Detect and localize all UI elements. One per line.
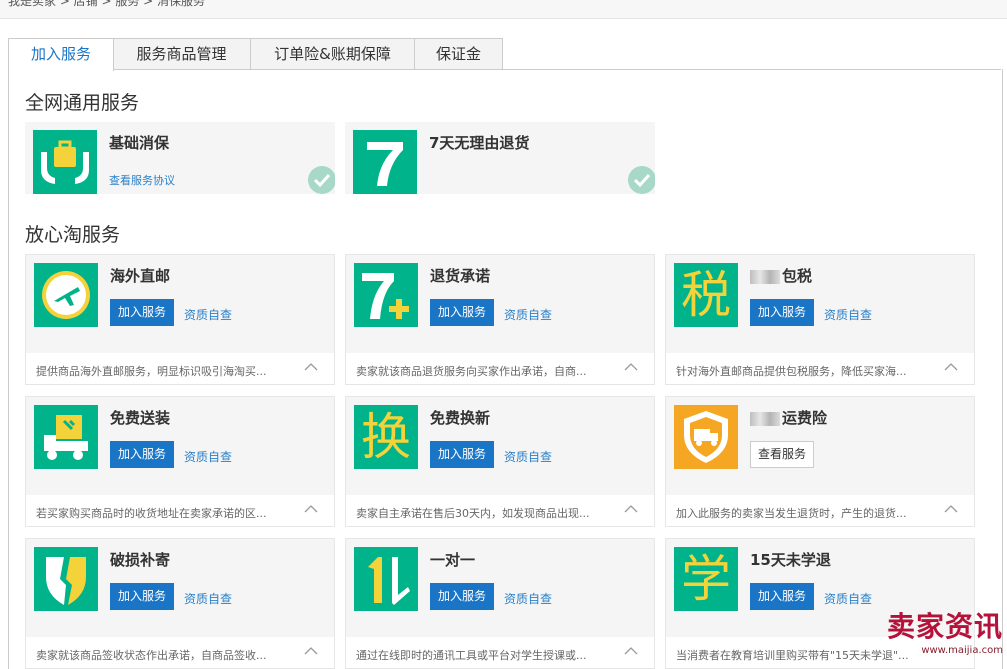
checked-icon <box>307 164 335 194</box>
chevron-up-icon[interactable] <box>622 358 640 376</box>
join-service-button[interactable]: 加入服务 <box>110 441 174 468</box>
tab-bar: 加入服务 服务商品管理 订单险&账期保障 保证金 <box>8 38 1001 71</box>
card-description: 卖家自主承诺在售后30天内，如发现商品出现... <box>356 507 590 520</box>
card-description: 卖家就该商品签收状态作出承诺，自商品签收... <box>36 649 267 662</box>
chevron-up-icon[interactable] <box>622 500 640 518</box>
learn-char-icon: 学 <box>674 547 738 611</box>
card-free-install: 免费送装 加入服务 资质自查 若买家购买商品时的收货地址在卖家承诺的区... <box>25 396 335 527</box>
card-title: 海外直邮 <box>110 267 171 285</box>
chevron-up-icon[interactable] <box>942 358 960 376</box>
section-title-general: 全网通用服务 <box>25 92 140 114</box>
card-freight-insurance: 运费险 查看服务 加入此服务的卖家当发生退货时，产生的退货... <box>665 396 975 527</box>
join-service-button[interactable]: 加入服务 <box>110 299 174 326</box>
airplane-icon <box>34 263 98 327</box>
checked-icon <box>627 164 655 194</box>
tax-char-icon: 税 <box>674 263 738 327</box>
card-description: 针对海外直邮商品提供包税服务，降低买家海... <box>676 365 907 378</box>
shield-truck-icon <box>674 405 738 469</box>
watermark-text: 卖家资讯 <box>886 610 1003 643</box>
delivery-truck-icon <box>34 405 98 469</box>
card-free-exchange: 换 免费换新 加入服务 资质自查 卖家自主承诺在售后30天内，如发现商品出现..… <box>345 396 655 527</box>
qualification-check-link[interactable]: 资质自查 <box>184 590 232 607</box>
exchange-char-icon: 换 <box>354 405 418 469</box>
card-description: 当消费者在教育培训里购买带有"15天未学退"... <box>676 649 909 662</box>
chevron-up-icon[interactable] <box>302 500 320 518</box>
qualification-check-link[interactable]: 资质自查 <box>184 306 232 323</box>
broken-shield-icon <box>34 547 98 611</box>
qualification-check-link[interactable]: 资质自查 <box>504 448 552 465</box>
join-service-button[interactable]: 加入服务 <box>430 299 494 326</box>
chevron-up-icon[interactable] <box>622 642 640 660</box>
card-description: 若买家购买商品时的收货地址在卖家承诺的区... <box>36 507 267 520</box>
card-title: 运费险 <box>750 407 827 428</box>
section-title-trusted: 放心淘服务 <box>25 224 121 246</box>
join-service-button[interactable]: 加入服务 <box>750 299 814 326</box>
qualification-check-link[interactable]: 资质自查 <box>824 590 872 607</box>
blurred-text <box>750 411 780 426</box>
breadcrumb: 我是卖家 > 店铺 > 服务 > 消保服务 <box>8 0 206 8</box>
qualification-check-link[interactable]: 资质自查 <box>184 448 232 465</box>
seven-plus-icon <box>354 263 418 327</box>
card-description: 通过在线即时的通讯工具或平台对学生授课或... <box>356 649 587 662</box>
card-7day-return: 7天无理由退货 <box>345 122 655 194</box>
card-title: 一对一 <box>430 551 476 569</box>
seven-icon <box>353 130 417 194</box>
card-title: 免费换新 <box>430 409 491 427</box>
watermark: 卖家资讯 www.maijia.com <box>887 605 1003 656</box>
chevron-up-icon[interactable] <box>942 500 960 518</box>
card-description: 卖家就该商品退货服务向买家作出承诺，自商... <box>356 365 587 378</box>
chevron-up-icon[interactable] <box>302 642 320 660</box>
card-description: 加入此服务的卖家当发生退货时，产生的退货... <box>676 507 907 520</box>
card-overseas-direct: 海外直邮 加入服务 资质自查 提供商品海外直邮服务，明显标识吸引海淘买... <box>25 254 335 385</box>
chevron-up-icon[interactable] <box>302 358 320 376</box>
breadcrumb-bar: 我是卖家 > 店铺 > 服务 > 消保服务 <box>0 0 1007 19</box>
join-service-button[interactable]: 加入服务 <box>750 583 814 610</box>
join-service-button[interactable]: 加入服务 <box>110 583 174 610</box>
briefcase-hands-icon <box>33 130 97 194</box>
watermark-url: www.maijia.com <box>921 645 1003 656</box>
tab-join-service[interactable]: 加入服务 <box>8 38 114 71</box>
card-title: 基础消保 <box>109 134 170 152</box>
card-title: 7天无理由退货 <box>429 134 530 152</box>
qualification-check-link[interactable]: 资质自查 <box>824 306 872 323</box>
one-to-one-icon <box>354 547 418 611</box>
view-service-button[interactable]: 查看服务 <box>750 441 814 468</box>
card-title: 免费送装 <box>110 409 171 427</box>
card-damage-resend: 破损补寄 加入服务 资质自查 卖家就该商品签收状态作出承诺，自商品签收... <box>25 538 335 669</box>
join-service-button[interactable]: 加入服务 <box>430 583 494 610</box>
card-title: 包税 <box>750 265 812 286</box>
card-tax-included: 税 包税 加入服务 资质自查 针对海外直邮商品提供包税服务，降低买家海... <box>665 254 975 385</box>
tab-order-insurance[interactable]: 订单险&账期保障 <box>250 38 415 69</box>
card-description: 提供商品海外直邮服务，明显标识吸引海淘买... <box>36 365 267 378</box>
card-basic-protection: 基础消保 查看服务协议 <box>25 122 335 194</box>
card-title: 退货承诺 <box>430 267 491 285</box>
tab-deposit[interactable]: 保证金 <box>414 38 503 69</box>
card-title: 破损补寄 <box>110 551 171 569</box>
qualification-check-link[interactable]: 资质自查 <box>504 590 552 607</box>
card-return-promise: 退货承诺 加入服务 资质自查 卖家就该商品退货服务向买家作出承诺，自商... <box>345 254 655 385</box>
qualification-check-link[interactable]: 资质自查 <box>504 306 552 323</box>
join-service-button[interactable]: 加入服务 <box>430 441 494 468</box>
card-one-on-one: 一对一 加入服务 资质自查 通过在线即时的通讯工具或平台对学生授课或... <box>345 538 655 669</box>
tab-service-goods[interactable]: 服务商品管理 <box>112 38 251 69</box>
card-title: 15天未学退 <box>750 551 831 569</box>
blurred-text <box>750 269 780 284</box>
view-agreement-link[interactable]: 查看服务协议 <box>109 172 175 188</box>
